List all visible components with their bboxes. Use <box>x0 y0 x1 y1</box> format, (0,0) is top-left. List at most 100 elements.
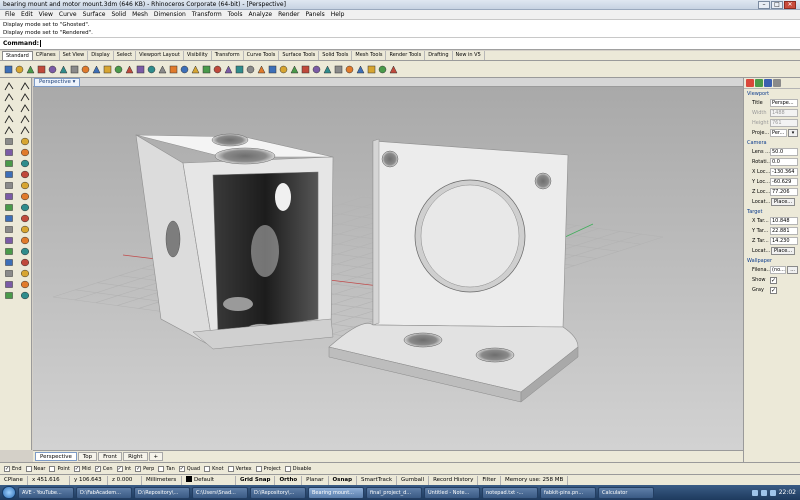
menu-item-render[interactable]: Render <box>275 11 302 18</box>
toolbar-tab-cplanes[interactable]: CPlanes <box>33 51 60 60</box>
gumball-toggle[interactable]: Gumball <box>397 475 430 485</box>
light-button[interactable] <box>311 64 321 75</box>
toolbar-tab-surface-tools[interactable]: Surface Tools <box>279 51 320 60</box>
zloc-field[interactable]: 77.206 <box>770 188 798 196</box>
view-tab-right[interactable]: Right <box>123 452 148 461</box>
join-tool[interactable] <box>2 180 16 191</box>
save-button[interactable] <box>25 64 35 75</box>
osnap-end[interactable]: ✓ End <box>4 465 22 472</box>
command-line[interactable]: Command: <box>0 38 800 50</box>
trim-tool[interactable] <box>2 191 16 202</box>
properties-tab-icon[interactable] <box>746 79 754 87</box>
loft-tool[interactable] <box>18 158 32 169</box>
analyze-tool[interactable] <box>2 257 16 268</box>
show-button[interactable] <box>234 64 244 75</box>
menu-item-solid[interactable]: Solid <box>108 11 129 18</box>
redo-button[interactable] <box>102 64 112 75</box>
osnap-knot-checkbox[interactable] <box>204 465 211 472</box>
paste-button[interactable] <box>80 64 90 75</box>
osnap-cen-checkbox[interactable]: ✓ <box>94 465 101 472</box>
volume-icon[interactable] <box>760 489 767 496</box>
osnap-quad-checkbox[interactable]: ✓ <box>178 465 185 472</box>
menu-item-file[interactable]: File <box>2 11 18 18</box>
menu-item-transform[interactable]: Transform <box>189 11 225 18</box>
close-button[interactable]: ✕ <box>784 1 796 9</box>
menu-item-panels[interactable]: Panels <box>302 11 327 18</box>
xtar-field[interactable]: 10.848 <box>770 217 798 225</box>
taskbar-item[interactable]: AVE - YouTube... <box>18 486 74 499</box>
osnap-perp[interactable]: ✓ Perp <box>135 465 154 472</box>
toolbar-tab-curve-tools[interactable]: Curve Tools <box>244 51 280 60</box>
lens-field[interactable]: 50.0 <box>770 148 798 156</box>
start-button[interactable] <box>2 486 16 499</box>
render-button[interactable] <box>278 64 288 75</box>
osnap-cen[interactable]: ✓ Cen <box>94 465 113 472</box>
title-field[interactable]: Perspe... <box>770 99 798 107</box>
arc-tool[interactable] <box>2 114 16 125</box>
import-button[interactable] <box>47 64 57 75</box>
osnap-end-checkbox[interactable]: ✓ <box>4 465 10 472</box>
menu-item-view[interactable]: View <box>36 11 56 18</box>
projection-select[interactable]: Per... <box>770 129 787 137</box>
layers-tool[interactable] <box>2 290 16 301</box>
osnap-project[interactable]: Project <box>255 465 281 472</box>
polygon-tool[interactable] <box>2 125 16 136</box>
check-tool[interactable] <box>18 257 32 268</box>
gray-checkbox[interactable]: ✓ <box>770 286 777 294</box>
osnap-near-checkbox[interactable] <box>25 465 32 472</box>
layer-button[interactable] <box>256 64 266 75</box>
new-button[interactable] <box>3 64 13 75</box>
osnap-vertex[interactable]: Vertex <box>227 465 252 472</box>
help-button[interactable] <box>388 64 398 75</box>
toolbar-tab-visibility[interactable]: Visibility <box>184 51 212 60</box>
shaded-button[interactable] <box>344 64 354 75</box>
rendered-button[interactable] <box>355 64 365 75</box>
smarttrack-toggle[interactable]: SmartTrack <box>357 475 398 485</box>
render-tool-tool[interactable] <box>18 279 32 290</box>
toolbar-tab-select[interactable]: Select <box>114 51 137 60</box>
zoom-dynamic-button[interactable] <box>135 64 145 75</box>
rotation-field[interactable]: 0.0 <box>770 158 798 166</box>
toolbar-tab-mesh-tools[interactable]: Mesh Tools <box>352 51 387 60</box>
zoom-selected-button[interactable] <box>168 64 178 75</box>
osnap-point-checkbox[interactable] <box>49 465 56 472</box>
scale-tool[interactable] <box>18 224 32 235</box>
xloc-field[interactable]: -130.364 <box>770 168 798 176</box>
osnap-knot[interactable]: Knot <box>204 465 224 472</box>
extrude-tool[interactable] <box>2 158 16 169</box>
network-icon[interactable] <box>751 489 758 496</box>
toolbar-tab-standard[interactable]: Standard <box>2 51 33 60</box>
osnap-int-checkbox[interactable]: ✓ <box>116 465 123 472</box>
osnap-tan-checkbox[interactable] <box>158 465 165 472</box>
curve-tool[interactable] <box>2 103 16 114</box>
status-layer[interactable]: Default <box>182 475 236 485</box>
hide-button[interactable] <box>223 64 233 75</box>
taskbar-item[interactable]: Calculator <box>598 486 654 499</box>
rectangle-tool[interactable] <box>18 114 32 125</box>
dimension-tool[interactable] <box>18 268 32 279</box>
texture-button[interactable] <box>333 64 343 75</box>
help-tab-icon[interactable] <box>773 79 781 87</box>
taskbar-item[interactable]: D:\FabAcadem... <box>76 486 132 499</box>
filename-field[interactable]: (no... <box>770 266 787 274</box>
osnap-toggle[interactable]: Osnap <box>329 475 358 485</box>
record-history-toggle[interactable]: Record History <box>429 475 479 485</box>
toolbar-tab-set-view[interactable]: Set View <box>60 51 89 60</box>
ellipse-tool[interactable] <box>18 125 32 136</box>
grid-snap-tool[interactable] <box>2 246 16 257</box>
osnap-project-checkbox[interactable] <box>255 465 262 472</box>
grid-button[interactable] <box>201 64 211 75</box>
cylinder-tool[interactable] <box>2 147 16 158</box>
maximize-button[interactable]: □ <box>771 1 783 9</box>
cut-button[interactable] <box>58 64 68 75</box>
taskbar-item[interactable]: Bearing mount... <box>308 486 364 499</box>
filter-toggle[interactable]: Filter <box>478 475 502 485</box>
split-tool[interactable] <box>18 191 32 202</box>
text-tool[interactable] <box>2 268 16 279</box>
boolean-union-tool[interactable] <box>2 202 16 213</box>
taskbar-item[interactable]: notepad.txt -... <box>482 486 538 499</box>
four-viewports-button[interactable] <box>179 64 189 75</box>
taskbar-item[interactable]: final_project_d... <box>366 486 422 499</box>
toolbar-tab-render-tools[interactable]: Render Tools <box>386 51 426 60</box>
view-tab-perspective[interactable]: Perspective <box>35 452 77 461</box>
